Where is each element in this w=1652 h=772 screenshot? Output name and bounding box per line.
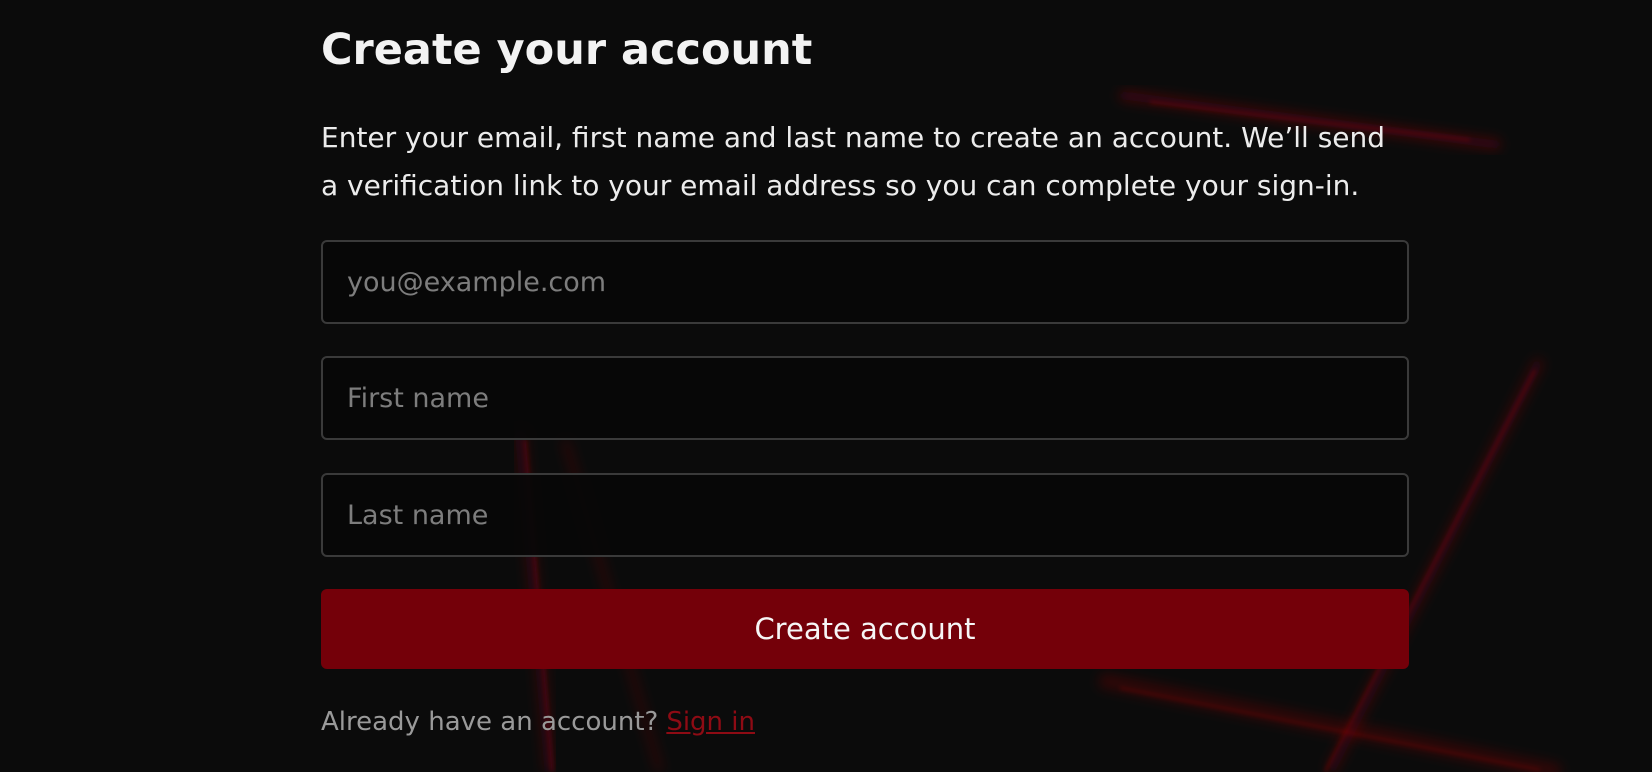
create-account-button[interactable]: Create account — [321, 589, 1409, 669]
page-description: Enter your email, first name and last na… — [321, 121, 1386, 202]
sign-in-prompt-text: Already have an account? — [321, 707, 659, 737]
first-name-input[interactable] — [321, 356, 1409, 440]
page-title: Create your account — [321, 25, 813, 75]
email-input[interactable] — [321, 240, 1409, 324]
sign-in-link[interactable]: Sign in — [666, 707, 755, 737]
last-name-input[interactable] — [321, 473, 1409, 557]
sign-in-prompt: Already have an account? Sign in — [321, 702, 755, 742]
